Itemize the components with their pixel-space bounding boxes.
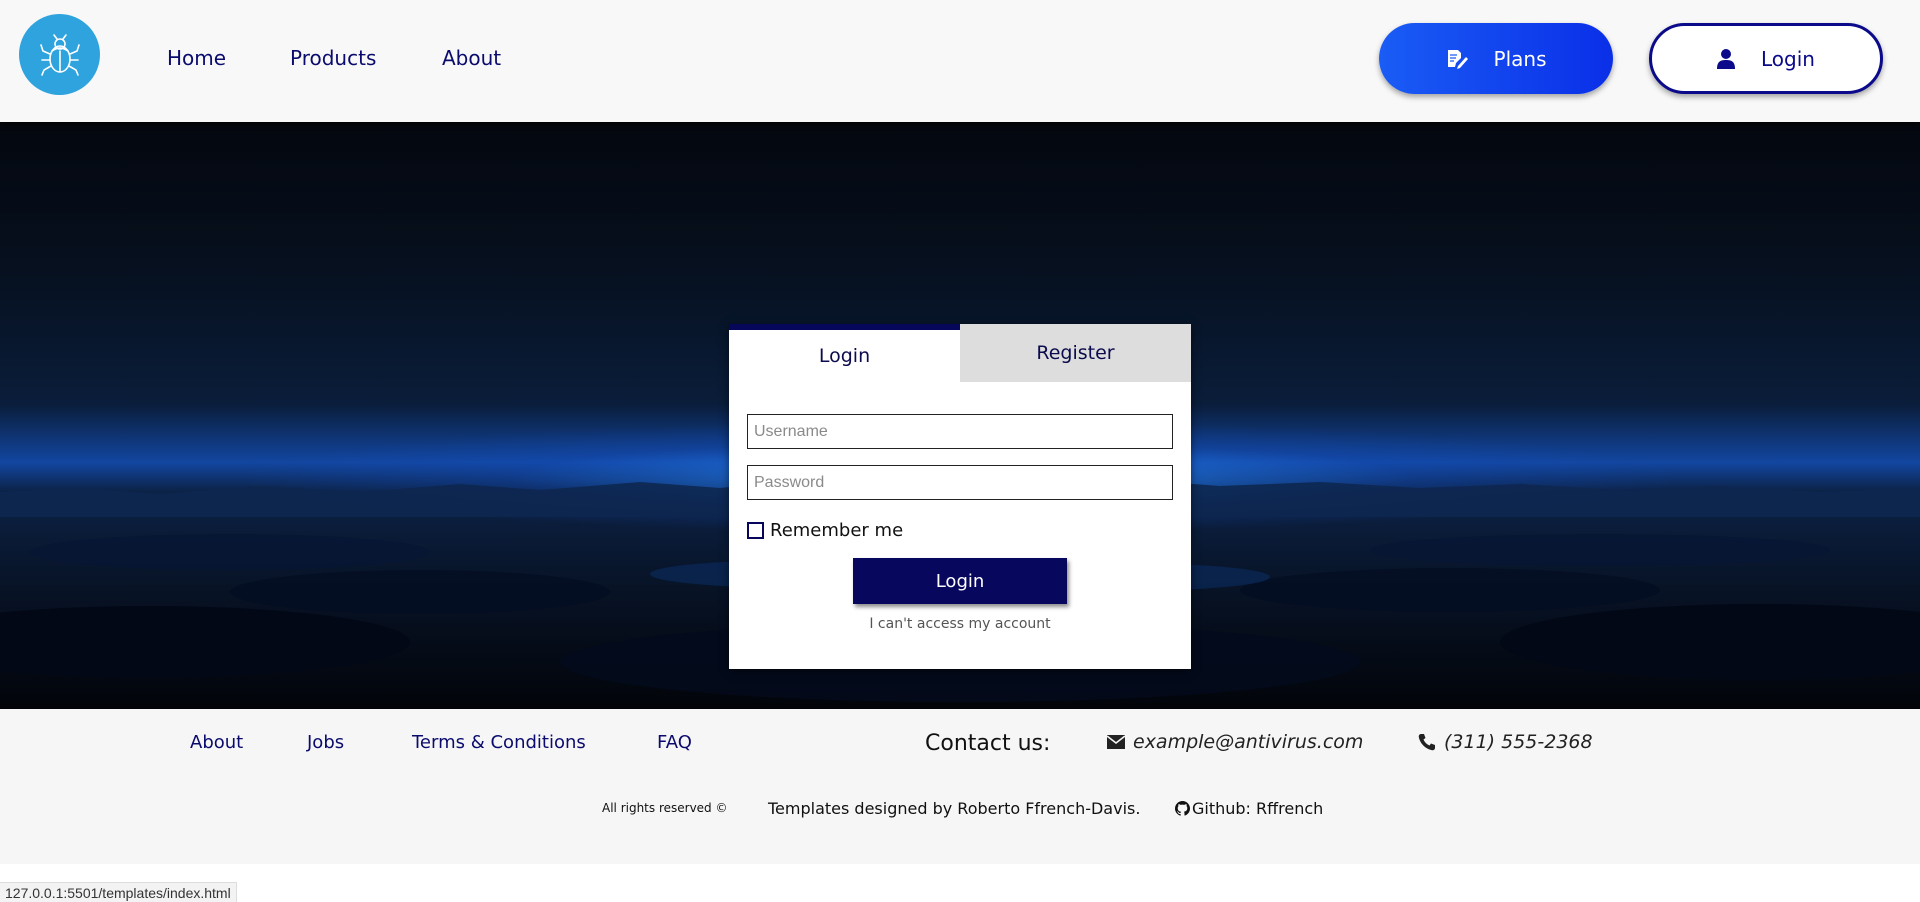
tab-register[interactable]: Register [960,324,1191,382]
footer-link-jobs[interactable]: Jobs [307,732,344,753]
nav-products[interactable]: Products [290,46,376,70]
header-login-button[interactable]: Login [1649,23,1883,94]
footer-link-terms[interactable]: Terms & Conditions [412,732,586,753]
github-link[interactable]: Github: Rffrench [1175,799,1323,818]
plans-label: Plans [1493,46,1547,71]
phone-icon [1418,734,1435,751]
login-card: Login Register Remember me Login I can't… [729,324,1191,669]
remember-me-label: Remember me [770,520,904,541]
plans-button[interactable]: Plans [1379,23,1613,94]
nav-home[interactable]: Home [167,46,226,70]
github-text: Github: Rffrench [1192,799,1324,818]
site-header: Home Products About Plans Login [0,0,1920,122]
hero-background: Login Register Remember me Login I can't… [0,122,1920,709]
site-footer: About Jobs Terms & Conditions FAQ Contac… [0,709,1920,864]
contact-phone[interactable]: (311) 555-2368 [1418,731,1593,753]
contact-email-text: example@antivirus.com [1133,731,1364,753]
footer-link-faq[interactable]: FAQ [657,732,692,753]
login-submit-button[interactable]: Login [853,558,1067,604]
remember-me: Remember me [747,520,903,541]
contact-phone-text: (311) 555-2368 [1444,731,1593,753]
github-icon [1175,801,1190,816]
bug-logo-icon[interactable] [19,14,100,95]
designer-credit: Templates designed by Roberto Ffrench-Da… [768,799,1141,818]
header-login-label: Login [1761,46,1815,71]
browser-status-url: 127.0.0.1:5501/templates/index.html [0,882,237,902]
contact-title: Contact us: [925,731,1051,756]
rights-text: All rights reserved © [602,801,728,815]
remember-me-checkbox[interactable] [747,522,764,539]
tab-login[interactable]: Login [729,324,960,382]
forgot-account-link[interactable]: I can't access my account [729,616,1191,632]
edit-document-icon [1447,49,1468,69]
envelope-icon [1107,735,1125,749]
footer-link-about[interactable]: About [190,732,243,753]
user-icon [1717,48,1736,69]
nav-about[interactable]: About [442,46,501,70]
username-input[interactable] [747,414,1173,449]
password-input[interactable] [747,465,1173,500]
contact-email[interactable]: example@antivirus.com [1107,731,1363,753]
